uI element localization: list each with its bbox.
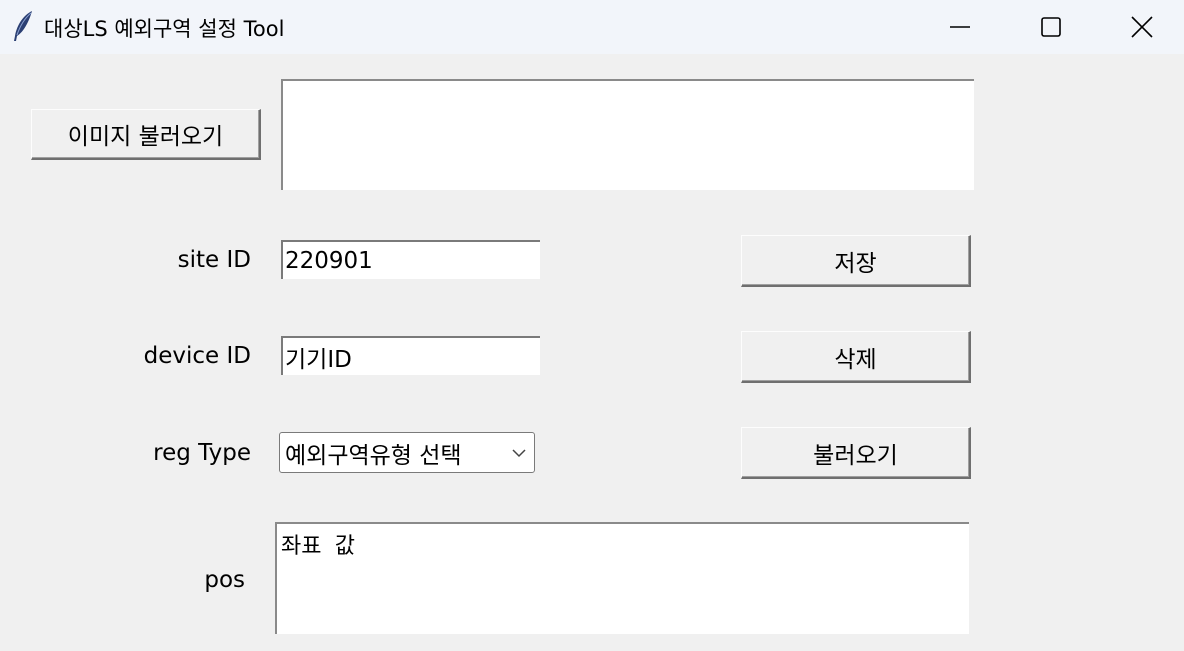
site-id-input[interactable]: 220901 xyxy=(281,240,540,279)
site-id-label: site ID xyxy=(177,247,251,273)
pos-label: pos xyxy=(204,567,245,593)
maximize-button[interactable] xyxy=(1005,0,1097,54)
save-button[interactable]: 저장 xyxy=(741,235,971,287)
close-icon xyxy=(1131,16,1153,38)
chevron-down-icon xyxy=(504,448,534,458)
load-image-button[interactable]: 이미지 불러오기 xyxy=(31,109,261,160)
delete-button[interactable]: 삭제 xyxy=(741,331,971,383)
minimize-button[interactable] xyxy=(914,0,1006,54)
image-path-field[interactable] xyxy=(281,79,974,190)
load-button[interactable]: 불러오기 xyxy=(741,427,971,479)
reg-type-select[interactable]: 예외구역유형 선택 xyxy=(279,432,535,473)
minimize-icon xyxy=(949,16,971,38)
device-id-label: device ID xyxy=(143,343,251,369)
window-title: 대상LS 예외구역 설정 Tool xyxy=(44,17,285,41)
device-id-input[interactable]: 기기ID xyxy=(281,336,540,375)
reg-type-label: reg Type xyxy=(153,440,251,466)
maximize-icon xyxy=(1040,16,1062,38)
close-button[interactable] xyxy=(1096,0,1184,54)
feather-icon xyxy=(11,9,37,43)
pos-textarea[interactable]: 좌표 값 xyxy=(275,522,969,634)
reg-type-selected: 예외구역유형 선택 xyxy=(285,442,462,469)
title-bar: 대상LS 예외구역 설정 Tool xyxy=(0,0,1184,54)
